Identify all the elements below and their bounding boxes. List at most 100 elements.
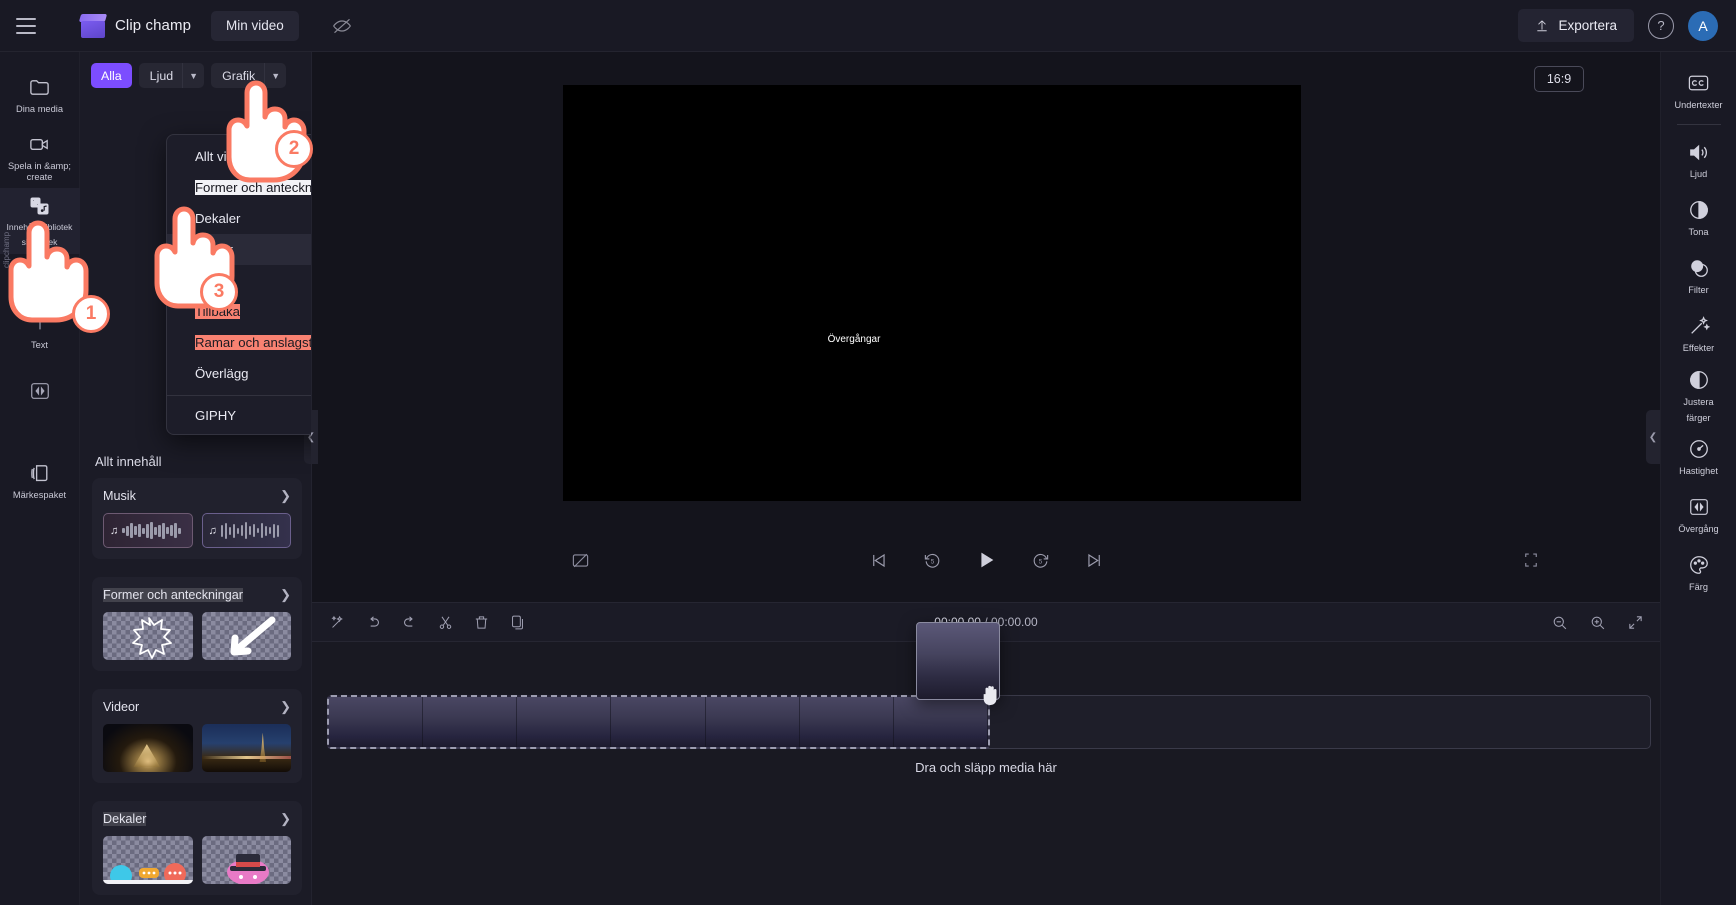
sidebar-item-text[interactable]: Text <box>0 300 80 362</box>
chevron-right-icon[interactable]: ❯ <box>280 488 291 504</box>
menu-item-label: Ramar och anslagstavla <box>195 335 311 350</box>
palette-icon <box>1688 553 1710 577</box>
menu-item-label: Överlägg <box>195 366 249 381</box>
card-title: Musik <box>103 489 136 503</box>
audio-thumb-1[interactable]: ♫ <box>103 513 193 548</box>
clipchamp-editor: Clip champ Min video Exportera ? A Dina … <box>0 0 1736 905</box>
scissors-icon[interactable] <box>434 611 456 633</box>
menu-item-giphy[interactable]: GIPHY <box>167 396 311 434</box>
menu-item-ramar-och-anslagstavla[interactable]: Ramar och anslagstavla <box>167 327 311 358</box>
card-former-och-anteckningar[interactable]: Former och anteckningar ❯ <box>92 577 302 671</box>
video-preview[interactable]: Övergångar <box>563 85 1301 501</box>
brand-kit-icon <box>28 461 51 485</box>
ghost-vertical-label: clipchamp <box>2 231 11 268</box>
right-item-overgang[interactable]: Övergång <box>1661 486 1736 544</box>
eye-off-icon[interactable] <box>327 11 357 41</box>
duplicate-icon[interactable] <box>506 611 528 633</box>
aspect-ratio-badge[interactable]: 16:9 <box>1534 66 1584 92</box>
transition-icon <box>1688 495 1710 519</box>
menu-item-label: Videor <box>195 242 233 257</box>
chevron-down-icon[interactable]: ▼ <box>182 63 204 88</box>
trash-icon[interactable] <box>470 611 492 633</box>
card-title: Videor <box>103 700 140 714</box>
zoom-out-icon[interactable] <box>1548 611 1570 633</box>
fit-to-screen-icon[interactable] <box>1624 611 1646 633</box>
skip-to-end-icon[interactable] <box>1080 546 1108 574</box>
skip-to-start-icon[interactable] <box>864 546 892 574</box>
sidebar-item-innehallsbibliotek[interactable]: Innehållsbibliotek sbibliotek <box>0 188 80 255</box>
right-item-effekter[interactable]: Effekter <box>1661 305 1736 363</box>
right-item-filter[interactable]: Filter <box>1661 247 1736 305</box>
menu-item-tillbaka[interactable]: Tillbaka <box>167 296 311 327</box>
player-controls: 5 5 <box>312 532 1660 588</box>
right-item-label: Undertexter <box>1674 100 1723 111</box>
sidebar-item-dina-media[interactable]: Dina media <box>0 64 80 126</box>
video-thumb-louvre[interactable] <box>103 724 193 772</box>
sticker-thumb-1[interactable] <box>103 836 193 884</box>
sticker-hat-icon <box>226 854 269 884</box>
sidebar-item-markespaket[interactable]: Märkespaket <box>0 450 80 512</box>
right-item-label: Övergång <box>1678 524 1719 535</box>
zoom-in-icon[interactable] <box>1586 611 1608 633</box>
rewind-5s-icon[interactable]: 5 <box>918 546 946 574</box>
filter-chip-ljud-label: Ljud <box>149 68 174 83</box>
collapse-right-panel-button[interactable]: ❮ <box>1646 410 1660 464</box>
timeline-area[interactable]: Dra och släpp media här <box>312 622 1660 905</box>
video-camera-icon <box>28 132 51 156</box>
menu-item-dekaler[interactable]: Dekaler <box>167 203 311 234</box>
filter-chip-alla[interactable]: Alla <box>91 63 132 88</box>
card-musik[interactable]: Musik ❯ ♫ ♫ <box>92 478 302 559</box>
audio-thumb-2[interactable]: ♫ <box>201 513 291 548</box>
waveform <box>220 522 284 539</box>
menu-item-bilder[interactable]: Bilder <box>167 265 311 296</box>
menu-item-former-och-anteckningar[interactable]: Former och anteckningar <box>167 172 311 203</box>
sidebar-item-spela-in[interactable]: Spela in &amp; create <box>0 126 80 188</box>
fade-icon <box>1688 198 1710 222</box>
right-item-tona[interactable]: Tona <box>1661 189 1736 247</box>
filter-circles-icon <box>1688 256 1710 280</box>
music-note-icon: ♫ <box>110 524 119 537</box>
card-dekaler[interactable]: Dekaler ❯ <box>92 801 302 895</box>
right-item-undertexter[interactable]: Undertexter <box>1661 62 1736 120</box>
card-thumbs <box>103 836 291 884</box>
card-title: Former och anteckningar <box>103 588 243 602</box>
menu-item-videor[interactable]: Videor <box>167 234 311 265</box>
right-item-hastighet[interactable]: Hastighet <box>1661 428 1736 486</box>
shape-arrow-thumb[interactable] <box>201 612 291 660</box>
filter-chip-grafik-label: Grafik <box>222 68 256 83</box>
chevron-right-icon[interactable]: ❯ <box>280 811 291 827</box>
brand-logo-area[interactable]: Clip champ <box>78 13 191 38</box>
chevron-right-icon[interactable]: ❯ <box>280 699 291 715</box>
fullscreen-icon[interactable] <box>1517 546 1545 574</box>
video-thumb-eiffel[interactable] <box>201 724 291 772</box>
hamburger-icon[interactable] <box>0 0 52 52</box>
avatar[interactable]: A <box>1688 10 1718 41</box>
right-item-label: Hastighet <box>1679 466 1718 477</box>
sticker-thumb-2[interactable] <box>201 836 291 884</box>
right-item-label: Justera <box>1683 397 1714 407</box>
project-name-chip[interactable]: Min video <box>211 10 299 41</box>
contrast-icon <box>1688 368 1710 392</box>
card-videor[interactable]: Videor ❯ <box>92 689 302 783</box>
magic-wand-sparkle-icon <box>1688 314 1710 338</box>
right-item-farg[interactable]: Färg <box>1661 544 1736 602</box>
undo-icon[interactable] <box>362 611 384 633</box>
card-title: Dekaler <box>103 812 147 826</box>
chevron-right-icon[interactable]: ❯ <box>280 587 291 603</box>
redo-icon[interactable] <box>398 611 420 633</box>
tutorial-badge-3: 3 <box>200 273 238 311</box>
play-button[interactable] <box>972 546 1000 574</box>
question-circle-icon[interactable]: ? <box>1648 12 1674 39</box>
right-item-justera-farger[interactable]: Justera färger <box>1661 363 1736 428</box>
filter-chip-ljud[interactable]: Ljud ▼ <box>138 63 205 88</box>
chevron-down-icon[interactable]: ▼ <box>264 63 286 88</box>
forward-5s-icon[interactable]: 5 <box>1026 546 1054 574</box>
magic-wand-icon[interactable] <box>326 611 348 633</box>
shape-burst-thumb[interactable] <box>103 612 193 660</box>
right-item-ljud[interactable]: Ljud <box>1661 131 1736 189</box>
sidebar-item-transitions[interactable] <box>0 362 80 424</box>
export-button[interactable]: Exportera <box>1518 9 1634 42</box>
sidebar-item-label: Dina media <box>15 104 64 115</box>
menu-item-overlagg[interactable]: Överlägg <box>167 358 311 389</box>
filter-chip-grafik[interactable]: Grafik ▼ <box>211 63 287 88</box>
